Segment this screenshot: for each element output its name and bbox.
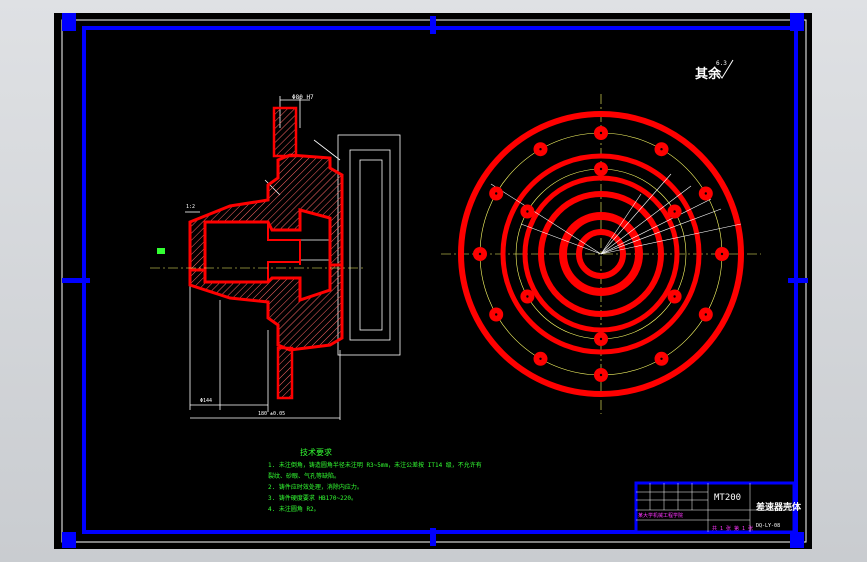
flange-top (272, 106, 298, 158)
bolt-hole-center (495, 313, 498, 316)
dim-side-label: 1:2 (186, 204, 195, 210)
drawing-number: DQ-LY-08 (756, 523, 780, 529)
roughness-text: 其余 (695, 66, 722, 82)
tech-item-5: 4. 未注圆角 R2。 (268, 505, 320, 513)
tech-item-2: 裂纹、砂眼、气孔等缺陷。 (268, 472, 340, 480)
bolt-hole-center (599, 337, 603, 341)
tech-item-3: 2. 铸件应时效处理，消除内应力。 (268, 483, 363, 491)
tech-item-1: 1. 未注倒角，铸造圆角半径未注明 R3~5mm，未注公差按 IT14 级，不允… (268, 461, 482, 469)
bolt-hole-center (599, 167, 603, 171)
bolt-hole-center (526, 295, 529, 298)
cad-viewport[interactable]: 其余 6.3 Φ80 H7 Φ144 180 ±0.05 1:2 技术要求 1.… (0, 0, 867, 562)
bolt-hole-center (478, 252, 482, 256)
dim-top-label: Φ80 H7 (292, 94, 314, 101)
tech-item-4: 3. 铸件硬度要求 HB170~220。 (268, 494, 357, 502)
sheet-line: 共 1 张 第 1 张 (712, 525, 753, 532)
roughness-value: 6.3 (716, 60, 727, 67)
company-line: 某大学机械工程学院 (638, 512, 683, 519)
bolt-hole-center (526, 210, 529, 213)
material-label: MT200 (714, 493, 741, 503)
bolt-hole-center (673, 210, 676, 213)
flange-bottom (276, 346, 294, 400)
tech-title: 技术要求 (300, 447, 332, 457)
bolt-hole-center (720, 252, 724, 256)
bolt-hole-center (704, 313, 707, 316)
part-name: 差速器壳体 (756, 501, 802, 513)
dim-bottom-label-2: 180 ±0.05 (258, 411, 285, 417)
bolt-hole-center (495, 192, 498, 195)
bolt-hole-center (599, 131, 603, 135)
bolt-hole-center (660, 357, 663, 360)
bolt-hole-center (539, 148, 542, 151)
title-block: MT200 差速器壳体 DQ-LY-08 某大学机械工程学院 共 1 张 第 1… (634, 481, 802, 534)
bolt-hole-center (660, 148, 663, 151)
bolt-hole-center (599, 373, 603, 377)
bolt-hole-center (539, 357, 542, 360)
drawing-sheet: 其余 6.3 Φ80 H7 Φ144 180 ±0.05 1:2 技术要求 1.… (54, 13, 812, 549)
datum-marker (157, 248, 165, 254)
dim-bottom-label-1: Φ144 (200, 398, 212, 404)
bolt-hole-center (673, 295, 676, 298)
bolt-hole-center (704, 192, 707, 195)
